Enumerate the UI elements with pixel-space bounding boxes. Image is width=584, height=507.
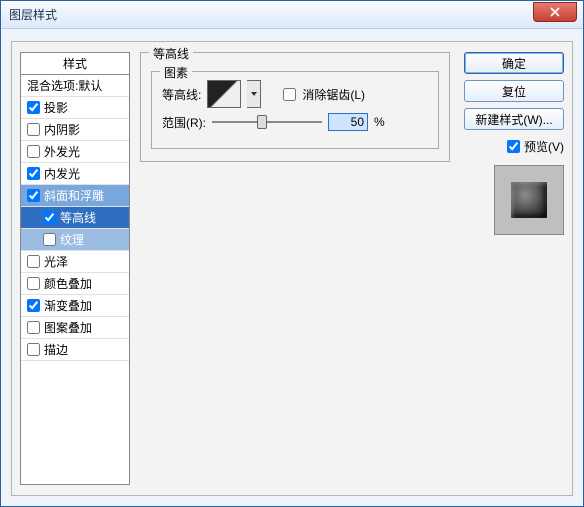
contour-picker-row: 等高线: 消除锯齿(L) (162, 80, 428, 108)
right-column: 确定 复位 新建样式(W)... 预览(V) (464, 52, 564, 235)
style-checkbox[interactable] (27, 255, 40, 268)
preview-box (494, 165, 564, 235)
slider-track (212, 121, 322, 123)
chevron-down-icon (250, 90, 258, 98)
style-row-9[interactable]: 渐变叠加 (21, 295, 129, 317)
style-checkbox[interactable] (27, 299, 40, 312)
style-label: 内阴影 (44, 121, 80, 138)
layer-style-dialog: 图层样式 样式 混合选项:默认 投影内阴影外发光内发光斜面和浮雕等高线纹理光泽颜… (0, 0, 584, 507)
elements-group: 图素 等高线: 消除锯齿(L) 范围(R): (151, 71, 439, 149)
style-label: 光泽 (44, 253, 68, 270)
cancel-button[interactable]: 复位 (464, 80, 564, 102)
new-style-button[interactable]: 新建样式(W)... (464, 108, 564, 130)
range-row: 范围(R): % (162, 108, 428, 136)
style-row-2[interactable]: 外发光 (21, 141, 129, 163)
style-checkbox[interactable] (27, 189, 40, 202)
style-checkbox[interactable] (27, 277, 40, 290)
contour-swatch[interactable] (207, 80, 241, 108)
style-checkbox[interactable] (27, 145, 40, 158)
contour-label: 等高线: (162, 86, 201, 103)
range-slider[interactable] (212, 113, 322, 131)
dialog-body: 样式 混合选项:默认 投影内阴影外发光内发光斜面和浮雕等高线纹理光泽颜色叠加渐变… (11, 41, 573, 496)
range-unit: % (374, 115, 385, 129)
style-row-4[interactable]: 斜面和浮雕 (21, 185, 129, 207)
range-input[interactable] (328, 113, 368, 131)
anti-alias-checkbox[interactable] (283, 88, 296, 101)
style-label: 外发光 (44, 143, 80, 160)
style-label: 内发光 (44, 165, 80, 182)
style-label: 等高线 (60, 209, 96, 226)
contour-group: 等高线 图素 等高线: 消除锯齿(L) 范围(R): (140, 52, 450, 162)
style-row-8[interactable]: 颜色叠加 (21, 273, 129, 295)
slider-thumb[interactable] (257, 115, 267, 129)
style-checkbox[interactable] (27, 321, 40, 334)
close-button[interactable] (533, 2, 577, 22)
preview-checkbox[interactable] (507, 140, 520, 153)
settings-area: 等高线 图素 等高线: 消除锯齿(L) 范围(R): (140, 52, 450, 485)
styles-panel: 样式 混合选项:默认 投影内阴影外发光内发光斜面和浮雕等高线纹理光泽颜色叠加渐变… (20, 52, 130, 485)
blend-options-label: 混合选项:默认 (27, 77, 102, 94)
style-row-5[interactable]: 等高线 (21, 207, 129, 229)
titlebar: 图层样式 (1, 1, 583, 29)
styles-header[interactable]: 样式 (21, 53, 129, 75)
style-label: 投影 (44, 99, 68, 116)
anti-alias-label: 消除锯齿(L) (302, 86, 365, 103)
preview-label: 预览(V) (524, 138, 564, 155)
style-row-1[interactable]: 内阴影 (21, 119, 129, 141)
style-row-10[interactable]: 图案叠加 (21, 317, 129, 339)
style-label: 斜面和浮雕 (44, 187, 104, 204)
style-checkbox[interactable] (27, 167, 40, 180)
style-label: 描边 (44, 341, 68, 358)
style-row-3[interactable]: 内发光 (21, 163, 129, 185)
style-row-7[interactable]: 光泽 (21, 251, 129, 273)
style-label: 图案叠加 (44, 319, 92, 336)
preview-thumbnail (511, 182, 547, 218)
style-row-6[interactable]: 纹理 (21, 229, 129, 251)
blend-options-row[interactable]: 混合选项:默认 (21, 75, 129, 97)
style-checkbox[interactable] (27, 101, 40, 114)
style-label: 渐变叠加 (44, 297, 92, 314)
range-label: 范围(R): (162, 114, 206, 131)
style-checkbox[interactable] (27, 343, 40, 356)
style-label: 颜色叠加 (44, 275, 92, 292)
contour-dropdown-button[interactable] (247, 80, 261, 108)
style-row-0[interactable]: 投影 (21, 97, 129, 119)
preview-toggle-row: 预览(V) (464, 138, 564, 155)
style-checkbox[interactable] (43, 233, 56, 246)
close-icon (550, 7, 560, 17)
contour-group-title: 等高线 (149, 45, 193, 62)
style-checkbox[interactable] (27, 123, 40, 136)
ok-button[interactable]: 确定 (464, 52, 564, 74)
elements-group-title: 图素 (160, 64, 192, 81)
style-checkbox[interactable] (43, 211, 56, 224)
style-label: 纹理 (60, 231, 84, 248)
window-title: 图层样式 (9, 6, 57, 23)
style-row-11[interactable]: 描边 (21, 339, 129, 361)
